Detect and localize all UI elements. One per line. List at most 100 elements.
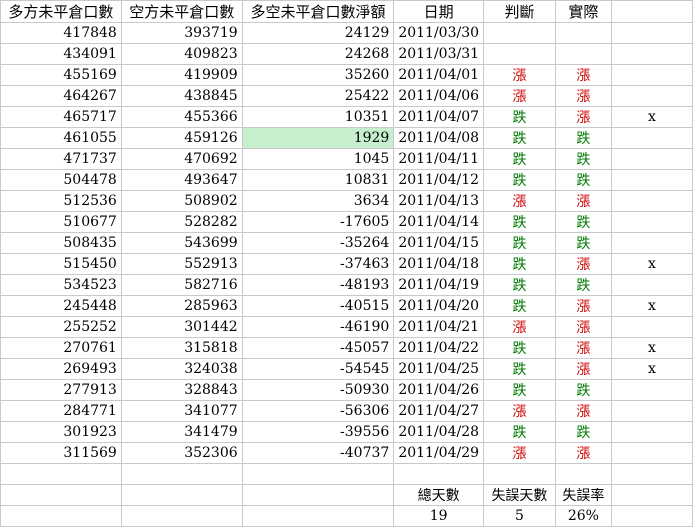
date-cell[interactable]: 2011/04/14 (393, 211, 485, 233)
empty-cell[interactable] (610, 463, 693, 485)
long-oi-cell[interactable]: 508435 (0, 232, 122, 254)
actual-cell[interactable]: 漲 (554, 190, 612, 212)
short-oi-cell[interactable]: 552913 (120, 253, 243, 275)
net-oi-cell[interactable]: -46190 (241, 316, 395, 338)
total-days-label[interactable]: 總天數 (393, 484, 485, 506)
date-cell[interactable]: 2011/04/27 (393, 400, 485, 422)
date-cell[interactable]: 2011/04/21 (393, 316, 485, 338)
short-oi-cell[interactable]: 352306 (120, 442, 243, 464)
actual-cell[interactable]: 跌 (554, 232, 612, 254)
short-oi-cell[interactable]: 528282 (120, 211, 243, 233)
judge-cell[interactable] (483, 43, 556, 65)
date-cell[interactable]: 2011/04/26 (393, 379, 485, 401)
actual-cell[interactable]: 漲 (554, 442, 612, 464)
net-oi-cell[interactable]: -45057 (241, 337, 395, 359)
long-oi-cell[interactable]: 434091 (0, 43, 122, 65)
net-oi-cell[interactable]: 10831 (241, 169, 395, 191)
empty-cell[interactable] (120, 505, 243, 527)
net-oi-cell[interactable]: -35264 (241, 232, 395, 254)
date-cell[interactable]: 2011/04/15 (393, 232, 485, 254)
short-oi-cell[interactable]: 341479 (120, 421, 243, 443)
short-oi-cell[interactable]: 493647 (120, 169, 243, 191)
date-cell[interactable]: 2011/04/19 (393, 274, 485, 296)
mismatch-mark-cell[interactable] (610, 22, 693, 44)
error-days-label[interactable]: 失誤天數 (483, 484, 556, 506)
long-oi-cell[interactable]: 455169 (0, 64, 122, 86)
actual-cell[interactable]: 漲 (554, 295, 612, 317)
long-oi-cell[interactable]: 269493 (0, 358, 122, 380)
short-oi-cell[interactable]: 419909 (120, 64, 243, 86)
short-oi-cell[interactable]: 470692 (120, 148, 243, 170)
judge-cell[interactable]: 跌 (483, 295, 556, 317)
short-oi-cell[interactable]: 438845 (120, 85, 243, 107)
actual-cell[interactable]: 漲 (554, 64, 612, 86)
long-oi-cell[interactable]: 284771 (0, 400, 122, 422)
date-cell[interactable]: 2011/04/13 (393, 190, 485, 212)
net-oi-cell[interactable]: -56306 (241, 400, 395, 422)
header-actual[interactable]: 實際 (554, 0, 612, 23)
actual-cell[interactable]: 漲 (554, 400, 612, 422)
long-oi-cell[interactable]: 534523 (0, 274, 122, 296)
actual-cell[interactable]: 跌 (554, 274, 612, 296)
date-cell[interactable]: 2011/04/01 (393, 64, 485, 86)
actual-cell[interactable]: 漲 (554, 253, 612, 275)
long-oi-cell[interactable]: 301923 (0, 421, 122, 443)
actual-cell[interactable]: 漲 (554, 358, 612, 380)
empty-cell[interactable] (241, 505, 395, 527)
mismatch-mark-cell[interactable] (610, 148, 693, 170)
mismatch-mark-cell[interactable] (610, 274, 693, 296)
net-oi-cell[interactable]: -54545 (241, 358, 395, 380)
total-days-value[interactable]: 19 (393, 505, 485, 527)
header-short-oi[interactable]: 空方未平倉口數 (120, 0, 243, 23)
net-oi-cell[interactable]: 24268 (241, 43, 395, 65)
long-oi-cell[interactable]: 277913 (0, 379, 122, 401)
actual-cell[interactable]: 漲 (554, 106, 612, 128)
net-oi-cell[interactable]: 10351 (241, 106, 395, 128)
date-cell[interactable]: 2011/03/31 (393, 43, 485, 65)
mismatch-mark-cell[interactable] (610, 232, 693, 254)
mismatch-mark-cell[interactable]: x (610, 358, 693, 380)
judge-cell[interactable]: 漲 (483, 85, 556, 107)
empty-cell[interactable] (610, 484, 693, 506)
date-cell[interactable]: 2011/04/11 (393, 148, 485, 170)
actual-cell[interactable]: 跌 (554, 421, 612, 443)
long-oi-cell[interactable]: 504478 (0, 169, 122, 191)
actual-cell[interactable]: 跌 (554, 379, 612, 401)
judge-cell[interactable]: 漲 (483, 400, 556, 422)
net-oi-cell[interactable]: -17605 (241, 211, 395, 233)
judge-cell[interactable]: 跌 (483, 169, 556, 191)
long-oi-cell[interactable]: 512536 (0, 190, 122, 212)
date-cell[interactable]: 2011/04/25 (393, 358, 485, 380)
actual-cell[interactable]: 漲 (554, 316, 612, 338)
judge-cell[interactable]: 漲 (483, 442, 556, 464)
short-oi-cell[interactable]: 459126 (120, 127, 243, 149)
empty-cell[interactable] (610, 505, 693, 527)
long-oi-cell[interactable]: 510677 (0, 211, 122, 233)
short-oi-cell[interactable]: 301442 (120, 316, 243, 338)
mismatch-mark-cell[interactable] (610, 85, 693, 107)
empty-cell[interactable] (0, 505, 122, 527)
judge-cell[interactable]: 跌 (483, 148, 556, 170)
empty-cell[interactable] (393, 463, 485, 485)
error-rate-value[interactable]: 26% (554, 505, 612, 527)
net-oi-cell[interactable]: 1045 (241, 148, 395, 170)
date-cell[interactable]: 2011/03/30 (393, 22, 485, 44)
mismatch-mark-cell[interactable] (610, 211, 693, 233)
short-oi-cell[interactable]: 409823 (120, 43, 243, 65)
mismatch-mark-cell[interactable] (610, 316, 693, 338)
empty-cell[interactable] (241, 463, 395, 485)
date-cell[interactable]: 2011/04/08 (393, 127, 485, 149)
judge-cell[interactable]: 漲 (483, 316, 556, 338)
long-oi-cell[interactable]: 417848 (0, 22, 122, 44)
actual-cell[interactable]: 跌 (554, 169, 612, 191)
short-oi-cell[interactable]: 543699 (120, 232, 243, 254)
judge-cell[interactable]: 跌 (483, 421, 556, 443)
empty-cell[interactable] (241, 484, 395, 506)
actual-cell[interactable]: 跌 (554, 127, 612, 149)
mismatch-mark-cell[interactable]: x (610, 295, 693, 317)
mismatch-mark-cell[interactable]: x (610, 106, 693, 128)
judge-cell[interactable]: 跌 (483, 379, 556, 401)
date-cell[interactable]: 2011/04/28 (393, 421, 485, 443)
long-oi-cell[interactable]: 245448 (0, 295, 122, 317)
mismatch-mark-cell[interactable] (610, 400, 693, 422)
